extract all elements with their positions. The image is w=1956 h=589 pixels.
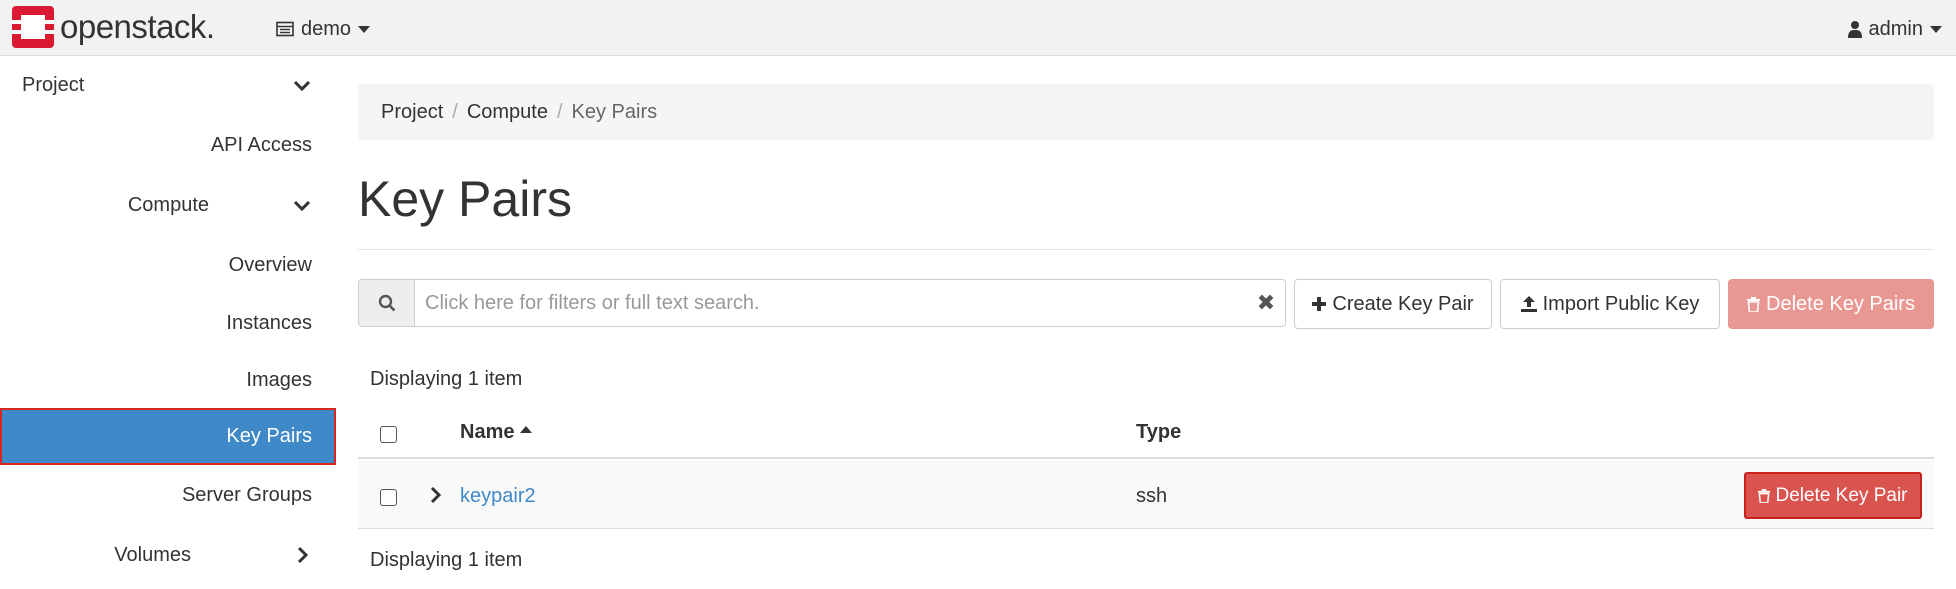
row-checkbox[interactable] [380, 489, 397, 506]
chevron-right-icon[interactable] [426, 485, 446, 505]
breadcrumb-separator: / [556, 100, 563, 123]
delete-key-pairs-button[interactable]: Delete Key Pairs [1728, 279, 1934, 329]
clear-search-icon[interactable]: ✖ [1247, 280, 1285, 326]
column-header-name-label: Name [460, 421, 515, 443]
sidebar-item-label: Images [246, 368, 312, 391]
delete-key-pair-button[interactable]: Delete Key Pair [1744, 472, 1922, 519]
sidebar-item-label: Volumes [114, 543, 191, 566]
breadcrumb-item-key-pairs: Key Pairs [571, 100, 658, 123]
project-list-icon [276, 21, 294, 37]
plus-icon [1312, 297, 1327, 311]
create-key-pair-label: Create Key Pair [1332, 292, 1474, 315]
search-input[interactable] [415, 280, 1247, 326]
sidebar-item-volumes[interactable]: Volumes [0, 527, 336, 583]
chevron-down-icon [293, 80, 311, 92]
sidebar-item-images[interactable]: Images [0, 352, 336, 408]
sidebar-item-label: Server Groups [181, 483, 312, 506]
breadcrumb: Project / Compute / Key Pairs [358, 84, 1934, 140]
sidebar-item-overview[interactable]: Overview [0, 237, 336, 293]
sidebar-item-server-groups[interactable]: Server Groups [0, 467, 336, 523]
column-header-name[interactable]: Name [460, 421, 533, 444]
import-public-key-button[interactable]: Import Public Key [1500, 279, 1720, 329]
user-icon [1847, 21, 1862, 38]
sort-ascending-icon [520, 426, 533, 433]
chevron-right-icon [297, 546, 309, 564]
openstack-logo[interactable]: openstack. [12, 6, 215, 48]
project-selector-label: demo [301, 17, 352, 40]
sidebar-item-key-pairs[interactable]: Key Pairs [0, 408, 336, 465]
title-divider [358, 249, 1934, 250]
breadcrumb-item-project[interactable]: Project [381, 101, 443, 124]
chevron-down-icon [1930, 25, 1942, 33]
sidebar-item-label: Key Pairs [226, 425, 312, 447]
trash-icon [1758, 488, 1771, 503]
sidebar-item-label: Project [22, 73, 85, 96]
select-all-checkbox[interactable] [380, 426, 397, 443]
breadcrumb-separator: / [452, 100, 458, 123]
sidebar-item-instances[interactable]: Instances [0, 295, 336, 351]
sidebar-item-label: Compute [127, 193, 209, 216]
sidebar-item-compute[interactable]: Compute [0, 177, 336, 233]
import-public-key-label: Import Public Key [1542, 292, 1700, 315]
display-count-bottom: Displaying 1 item [370, 549, 523, 571]
breadcrumb-item-compute[interactable]: Compute [467, 101, 548, 124]
table-row: keypair2 ssh [358, 461, 1934, 529]
delete-key-pair-label: Delete Key Pair [1775, 484, 1908, 506]
create-key-pair-button[interactable]: Create Key Pair [1294, 279, 1492, 329]
keypair-type: ssh [1136, 485, 1168, 507]
sidebar-item-label: Instances [226, 311, 312, 334]
top-navbar: openstack. demo admin [0, 0, 1956, 56]
search-group: ✖ [358, 279, 1286, 327]
sidebar-item-label: Overview [228, 253, 312, 276]
delete-key-pairs-label: Delete Key Pairs [1766, 292, 1915, 315]
user-menu[interactable]: admin [1847, 16, 1942, 42]
user-menu-label: admin [1868, 17, 1923, 40]
sidebar-item-project[interactable]: Project [0, 57, 336, 113]
search-icon-addon[interactable] [359, 280, 415, 326]
sidebar: Project API Access Compute Overview Inst… [0, 57, 336, 589]
openstack-logo-icon [12, 6, 54, 48]
sidebar-item-label: API Access [210, 133, 312, 156]
chevron-down-icon [293, 200, 311, 212]
project-selector[interactable]: demo [276, 16, 371, 42]
search-icon [378, 294, 395, 312]
table-header: Name Type [358, 409, 1934, 459]
page-title: Key Pairs [358, 171, 572, 227]
keypair-name-link[interactable]: keypair2 [460, 485, 536, 508]
display-count-top: Displaying 1 item [370, 368, 523, 390]
chevron-down-icon [358, 25, 371, 33]
column-header-type[interactable]: Type [1136, 421, 1181, 444]
trash-icon [1747, 296, 1761, 312]
upload-icon [1520, 296, 1537, 312]
logo-text: openstack. [60, 8, 215, 45]
sidebar-item-api-access[interactable]: API Access [0, 117, 336, 173]
